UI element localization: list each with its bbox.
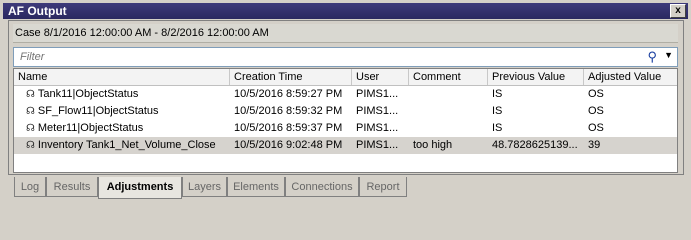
filter-bar: ⚲ ▼ bbox=[13, 47, 678, 67]
close-icon[interactable]: x bbox=[670, 4, 686, 18]
row-user: PIMS1... bbox=[356, 88, 399, 100]
tab-connections[interactable]: Connections bbox=[285, 177, 359, 197]
tab-layers[interactable]: Layers bbox=[182, 177, 227, 197]
column-header-name[interactable]: Name bbox=[14, 69, 230, 85]
title-bar[interactable]: AF Output x bbox=[3, 3, 688, 19]
row-user: PIMS1... bbox=[356, 105, 399, 117]
row-previous-value: IS bbox=[492, 122, 503, 134]
row-comment bbox=[409, 86, 488, 103]
row-adjusted-value: OS bbox=[588, 105, 604, 117]
row-previous-value: IS bbox=[492, 105, 503, 117]
tab-adjustments[interactable]: Adjustments bbox=[98, 177, 182, 199]
case-label: Case 8/1/2016 12:00:00 AM - 8/2/2016 12:… bbox=[15, 27, 269, 39]
tab-report[interactable]: Report bbox=[359, 177, 407, 197]
adjustment-icon: ☊ bbox=[26, 123, 35, 134]
row-adjusted-value: OS bbox=[588, 122, 604, 134]
filter-input[interactable] bbox=[18, 50, 622, 64]
table-row[interactable]: ☊ Tank11|ObjectStatus 10/5/2016 8:59:27 P… bbox=[14, 86, 677, 103]
tab-log[interactable]: Log bbox=[14, 177, 46, 197]
case-header: Case 8/1/2016 12:00:00 AM - 8/2/2016 12:… bbox=[13, 24, 678, 43]
row-name: Inventory Tank1_Net_Volume_Close bbox=[37, 139, 216, 151]
adjustment-icon: ☊ bbox=[26, 140, 35, 151]
adjustments-table: Name Creation Time User Comment Previous… bbox=[13, 68, 678, 173]
chevron-down-icon[interactable]: ▼ bbox=[664, 50, 673, 60]
tab-elements[interactable]: Elements bbox=[227, 177, 285, 197]
row-adjusted-value: 39 bbox=[588, 139, 601, 151]
column-header-comment[interactable]: Comment bbox=[409, 69, 488, 85]
row-user: PIMS1... bbox=[356, 122, 399, 134]
row-creation-time: 10/5/2016 8:59:37 PM bbox=[234, 122, 343, 134]
tab-results[interactable]: Results bbox=[46, 177, 98, 197]
row-creation-time: 10/5/2016 8:59:32 PM bbox=[234, 105, 343, 117]
row-previous-value: IS bbox=[492, 88, 503, 100]
row-creation-time: 10/5/2016 8:59:27 PM bbox=[234, 88, 343, 100]
row-comment: too high bbox=[413, 139, 453, 151]
row-user: PIMS1... bbox=[356, 139, 399, 151]
af-output-window: AF Output x Case 8/1/2016 12:00:00 AM - … bbox=[0, 0, 691, 208]
row-adjusted-value: OS bbox=[588, 88, 604, 100]
adjustment-icon: ☊ bbox=[26, 106, 35, 117]
table-row[interactable]: ☊ Meter11|ObjectStatus 10/5/2016 8:59:37 … bbox=[14, 120, 677, 137]
adjustment-icon: ☊ bbox=[26, 89, 35, 100]
column-header-previous-value[interactable]: Previous Value bbox=[488, 69, 584, 85]
row-name: Meter11|ObjectStatus bbox=[37, 122, 144, 134]
row-comment bbox=[409, 103, 488, 120]
column-header-user[interactable]: User bbox=[352, 69, 409, 85]
row-name: Tank11|ObjectStatus bbox=[37, 88, 139, 100]
table-row[interactable]: ☊ SF_Flow11|ObjectStatus 10/5/2016 8:59:3… bbox=[14, 103, 677, 120]
row-creation-time: 10/5/2016 9:02:48 PM bbox=[234, 139, 343, 151]
window-title: AF Output bbox=[8, 4, 67, 18]
search-icon[interactable]: ⚲ bbox=[647, 49, 657, 65]
table-row-selected[interactable]: ☊ Inventory Tank1_Net_Volume_Close 10/5/2… bbox=[14, 137, 677, 154]
row-comment bbox=[409, 120, 488, 137]
column-header-adjusted-value[interactable]: Adjusted Value bbox=[584, 69, 677, 85]
row-name: SF_Flow11|ObjectStatus bbox=[37, 105, 159, 117]
table-header: Name Creation Time User Comment Previous… bbox=[14, 69, 677, 86]
column-header-creation-time[interactable]: Creation Time bbox=[230, 69, 352, 85]
row-previous-value: 48.7828625139... bbox=[492, 139, 578, 151]
